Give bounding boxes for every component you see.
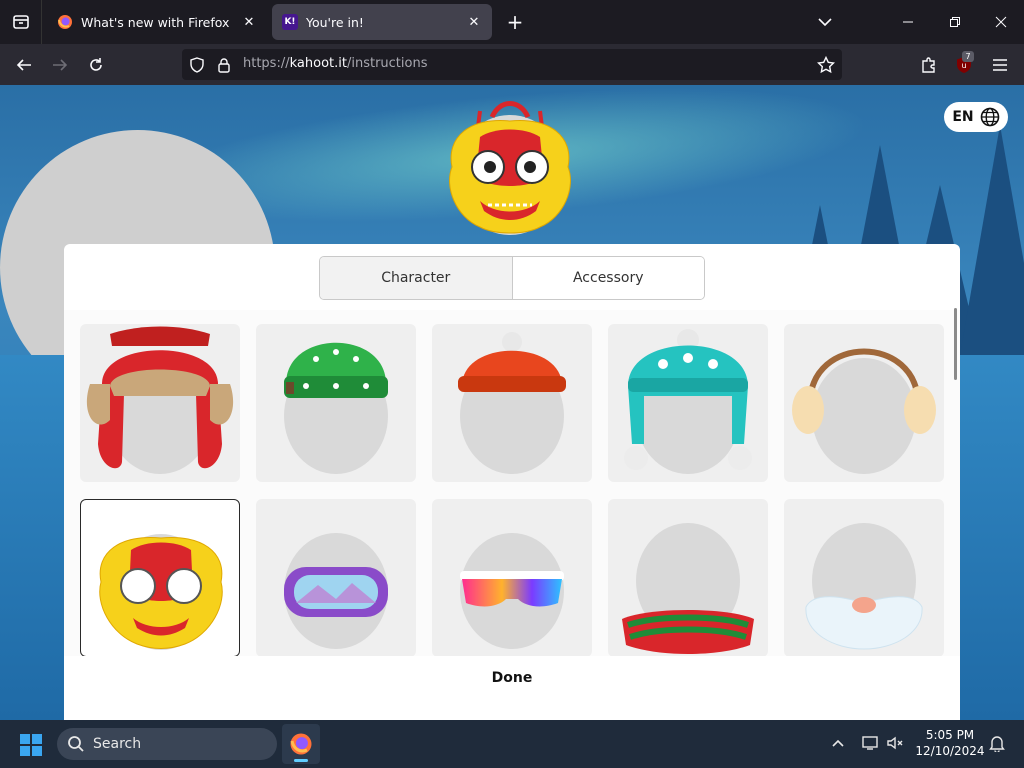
accessory-snowflake-bobble-hat[interactable] — [608, 324, 768, 482]
url-host: kahoot.it — [289, 56, 347, 71]
bookmark-star-button[interactable] — [816, 55, 836, 75]
taskbar-search-box[interactable]: Search — [57, 728, 277, 760]
volume-muted-icon[interactable] — [884, 732, 906, 754]
reload-icon — [90, 58, 102, 71]
tab-kahoot[interactable]: K! You're in! ✕ — [272, 4, 492, 40]
restore-icon — [950, 17, 960, 27]
extensions-button[interactable] — [915, 51, 943, 79]
back-button[interactable] — [10, 51, 38, 79]
tab-character[interactable]: Character — [320, 257, 512, 299]
navigation-toolbar: https://kahoot.it/instructions u 7 — [0, 44, 1024, 85]
arrow-right-icon — [53, 59, 68, 71]
minimize-icon — [903, 21, 913, 23]
network-icon[interactable] — [859, 732, 881, 754]
arrow-left-icon — [16, 59, 31, 71]
new-tab-button[interactable]: + — [503, 10, 527, 34]
grid-scrollbar[interactable] — [954, 308, 957, 380]
address-bar[interactable]: https://kahoot.it/instructions — [182, 49, 842, 80]
kahoot-icon: K! — [282, 14, 298, 30]
character-accessory-toggle: Character Accessory — [319, 256, 705, 300]
puzzle-icon — [922, 57, 935, 73]
lock-icon[interactable] — [215, 56, 233, 74]
open-menu-button[interactable] — [986, 51, 1014, 79]
close-tab-icon[interactable]: ✕ — [466, 14, 482, 30]
tracking-protection-shield-icon[interactable] — [188, 56, 206, 74]
accessory-grid — [64, 310, 960, 656]
avatar-preview — [449, 101, 571, 235]
svg-text:u: u — [961, 61, 966, 70]
language-code: EN — [952, 109, 974, 125]
search-icon — [68, 736, 84, 752]
accessory-trapper-hat[interactable] — [80, 324, 240, 482]
firefox-icon — [58, 15, 72, 29]
close-window-button[interactable] — [978, 0, 1024, 44]
windows-start-icon[interactable] — [20, 734, 42, 756]
tab-title: What's new with Firefox — [81, 14, 230, 30]
kahoot-page: EN Character Accessory Done — [0, 85, 1024, 720]
close-icon — [995, 16, 1007, 28]
avatar-customizer-dialog: Character Accessory Done — [64, 244, 960, 720]
url-scheme: https:// — [243, 56, 290, 71]
minimize-window-button[interactable] — [885, 0, 931, 44]
chevron-down-icon — [818, 17, 832, 26]
star-icon — [817, 56, 835, 74]
hamburger-menu-icon — [993, 59, 1007, 71]
language-selector-button[interactable]: EN — [944, 102, 1008, 132]
tab-accessory[interactable]: Accessory — [511, 257, 704, 299]
firefox-icon — [290, 733, 312, 755]
search-label: Search — [93, 736, 142, 752]
tab-overview-icon — [12, 15, 29, 29]
url-text[interactable]: https://kahoot.it/instructions — [243, 56, 427, 71]
accessory-ski-goggles[interactable] — [256, 499, 416, 656]
chevron-up-icon — [832, 739, 844, 747]
list-all-tabs-button[interactable] — [814, 12, 836, 32]
plus-icon: + — [506, 10, 524, 34]
notifications-bell-icon[interactable] — [986, 732, 1008, 754]
accessory-lion-dance-mask[interactable] — [80, 499, 240, 656]
done-button[interactable]: Done — [64, 670, 960, 686]
tab-whats-new[interactable]: What's new with Firefox ✕ — [47, 4, 267, 40]
reload-button[interactable] — [82, 51, 110, 79]
system-clock[interactable]: 5:05 PM 12/10/2024 — [914, 727, 986, 759]
close-tab-icon[interactable]: ✕ — [241, 14, 257, 30]
accessory-sport-sunglasses[interactable] — [432, 499, 592, 656]
taskbar-firefox-app[interactable] — [282, 724, 320, 764]
tab-overview-button[interactable] — [0, 0, 42, 44]
accessory-reindeer-beanie[interactable] — [256, 324, 416, 482]
accessory-earmuffs[interactable] — [784, 324, 944, 482]
globe-icon — [980, 107, 999, 127]
tab-title: You're in! — [306, 14, 364, 30]
browser-tab-strip: What's new with Firefox ✕ K! You're in! … — [0, 0, 1024, 44]
clock-time: 5:05 PM — [925, 728, 975, 742]
forward-button[interactable] — [46, 51, 74, 79]
show-hidden-icons-button[interactable] — [827, 732, 849, 754]
windows-taskbar: Search 5:05 PM 12/10/2024 — [0, 720, 1024, 768]
accessory-white-beard[interactable] — [784, 499, 944, 656]
accessory-striped-scarf[interactable] — [608, 499, 768, 656]
accessory-orange-beanie[interactable] — [432, 324, 592, 482]
clock-date: 12/10/2024 — [915, 744, 985, 758]
url-path: /instructions — [346, 56, 428, 71]
restore-window-button[interactable] — [932, 0, 978, 44]
extension-badge: 7 — [962, 51, 974, 62]
running-indicator — [294, 759, 308, 762]
